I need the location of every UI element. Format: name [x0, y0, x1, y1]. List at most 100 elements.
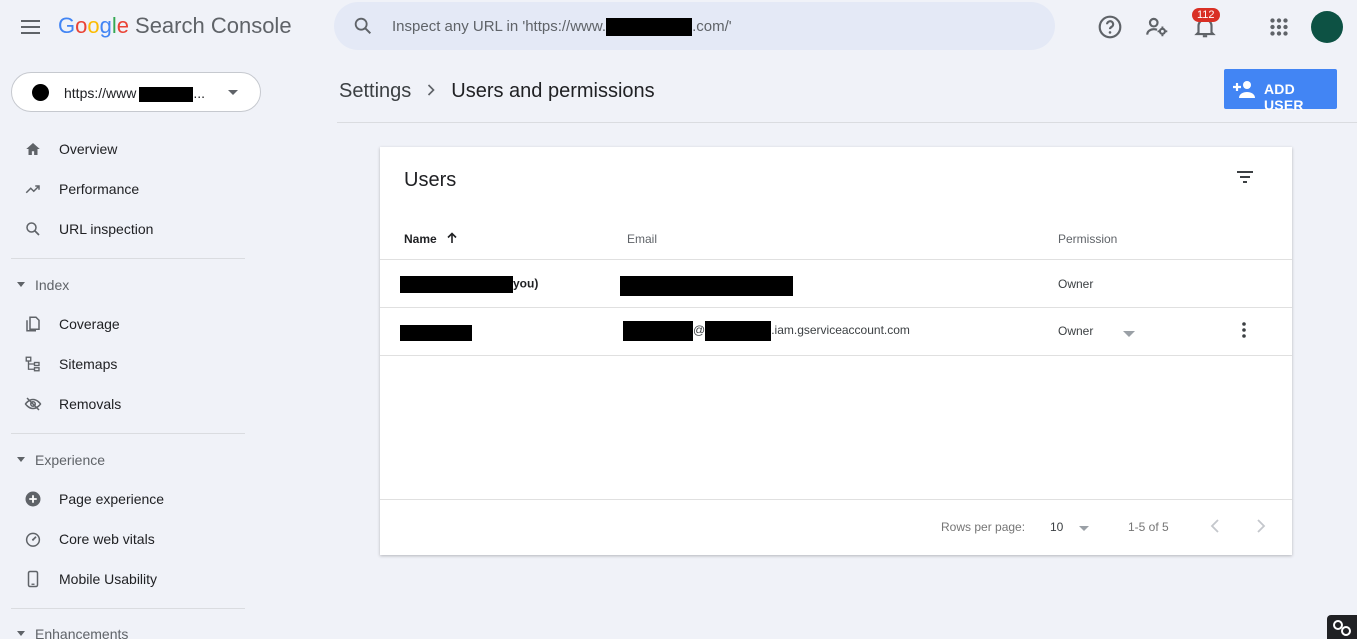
sidebar-item-label: Removals — [59, 396, 122, 412]
collapse-triangle-icon — [17, 282, 25, 287]
add-user-label: ADD USER — [1264, 81, 1304, 113]
sidebar-item-removals[interactable]: Removals — [0, 386, 250, 422]
redacted-block — [705, 321, 772, 341]
filter-icon[interactable] — [1233, 165, 1257, 189]
column-header-email[interactable]: Email — [627, 232, 657, 246]
property-label: https://www... — [64, 85, 205, 102]
chevron-down-icon — [228, 90, 238, 95]
user-permission-cell: Owner — [1058, 277, 1094, 291]
logo-letter: o — [75, 13, 88, 38]
phone-icon — [27, 570, 39, 588]
user-settings-icon[interactable] — [1144, 14, 1170, 40]
sidebar-item-coverage[interactable]: Coverage — [0, 306, 250, 342]
permission-value: Owner — [1058, 324, 1094, 338]
hamburger-icon-line — [21, 26, 40, 28]
redacted-block — [606, 18, 693, 37]
sidebar-item-mobile-usability[interactable]: Mobile Usability — [0, 561, 250, 597]
search-icon — [26, 222, 40, 236]
add-user-button[interactable]: ADD USER — [1224, 69, 1337, 113]
sidebar-section-enhancements[interactable]: Enhancements — [0, 619, 250, 639]
search-input[interactable]: Inspect any URL in 'https://www. .com/' — [392, 18, 732, 37]
breadcrumb-settings-link[interactable]: Settings — [339, 80, 411, 102]
previous-page-icon[interactable] — [1206, 516, 1226, 536]
next-page-icon[interactable] — [1250, 516, 1270, 536]
sidebar-divider — [11, 258, 245, 259]
url-inspect-search-bar[interactable]: Inspect any URL in 'https://www. .com/' — [334, 2, 1055, 50]
card-title: Users — [404, 169, 457, 191]
sidebar-item-url-inspection[interactable]: URL inspection — [0, 211, 250, 247]
sort-arrow-up-icon — [447, 232, 457, 243]
logo-letter: g — [99, 13, 112, 38]
logo-letter: o — [87, 13, 100, 38]
collapse-triangle-icon — [17, 457, 25, 462]
apps-grid-icon[interactable] — [1266, 14, 1292, 40]
sidebar-section-label: Enhancements — [35, 626, 129, 639]
trending-up-icon — [25, 185, 40, 194]
link-icon — [1333, 620, 1351, 636]
redacted-block — [139, 86, 194, 102]
corner-widget-button[interactable] — [1327, 615, 1357, 639]
sidebar-item-label: Page experience — [59, 491, 165, 507]
user-name-cell: you) — [400, 276, 538, 293]
collapse-triangle-icon — [17, 631, 25, 636]
sidebar-item-label: Core web vitals — [59, 531, 155, 547]
sidebar-item-label: URL inspection — [59, 221, 154, 237]
row-divider — [380, 307, 1292, 308]
property-ellipsis: ... — [193, 85, 206, 101]
product-name: Search Console — [135, 13, 292, 38]
sidebar-item-core-web-vitals[interactable]: Core web vitals — [0, 521, 250, 557]
chevron-down-icon — [1079, 526, 1089, 531]
help-icon[interactable] — [1097, 14, 1123, 40]
sidebar-section-label: Experience — [35, 452, 106, 468]
email-at-sign: @ — [693, 323, 706, 338]
user-name-suffix: you) — [513, 276, 539, 291]
top-bar: Google Search Console Inspect any URL in … — [0, 0, 1357, 54]
search-text-suffix: .com/' — [692, 18, 732, 35]
footer-divider — [380, 499, 1292, 500]
logo-letter: G — [58, 13, 76, 38]
more-vert-icon[interactable] — [1235, 320, 1253, 340]
property-url: https://www — [64, 85, 137, 101]
chevron-right-icon — [428, 84, 435, 96]
redacted-block — [620, 276, 793, 296]
sidebar-item-label: Performance — [59, 181, 140, 197]
users-card: Users Name Email Permission you) Owner @… — [380, 147, 1292, 555]
sidebar-divider — [11, 608, 245, 609]
sidebar-item-label: Mobile Usability — [59, 571, 158, 587]
property-favicon — [32, 84, 49, 101]
hamburger-icon — [21, 20, 40, 22]
permission-dropdown[interactable]: Owner — [1058, 324, 1148, 346]
sidebar-item-page-experience[interactable]: Page experience — [0, 481, 250, 517]
rows-per-page-label: Rows per page: — [941, 520, 1026, 534]
app-logo[interactable]: Google Search Console — [58, 13, 292, 39]
sidebar-divider — [11, 433, 245, 434]
person-add-icon — [1233, 81, 1255, 98]
rows-per-page-value: 10 — [1050, 520, 1064, 534]
user-email-cell: @ .iam.gserviceaccount.com — [623, 321, 910, 341]
rows-per-page-select[interactable]: 10 — [1050, 518, 1094, 538]
sidebar-item-overview[interactable]: Overview — [0, 131, 250, 167]
search-text-prefix: Inspect any URL in 'https://www. — [392, 18, 607, 35]
redacted-block — [400, 276, 513, 293]
chevron-down-icon — [1123, 331, 1135, 337]
sidebar-item-label: Overview — [59, 141, 118, 157]
user-email-cell — [620, 276, 793, 296]
sidebar-item-sitemaps[interactable]: Sitemaps — [0, 346, 250, 382]
account-avatar[interactable] — [1311, 11, 1343, 43]
email-domain: .iam.gserviceaccount.com — [771, 323, 910, 338]
main-menu-button[interactable] — [18, 14, 44, 40]
coverage-icon — [26, 316, 40, 332]
sidebar-section-experience[interactable]: Experience — [0, 445, 250, 475]
header-divider — [337, 122, 1357, 123]
page-title: Users and permissions — [451, 80, 655, 102]
property-selector[interactable]: https://www... — [11, 72, 261, 112]
column-header-label: Name — [404, 232, 437, 246]
row-divider — [380, 259, 1292, 260]
search-icon — [354, 17, 372, 35]
plus-circle-icon — [25, 491, 41, 507]
column-header-permission[interactable]: Permission — [1058, 232, 1117, 246]
logo-letter: e — [116, 13, 130, 38]
sidebar-item-performance[interactable]: Performance — [0, 171, 250, 207]
column-header-name[interactable]: Name — [404, 232, 458, 246]
sidebar-section-index[interactable]: Index — [0, 270, 250, 300]
